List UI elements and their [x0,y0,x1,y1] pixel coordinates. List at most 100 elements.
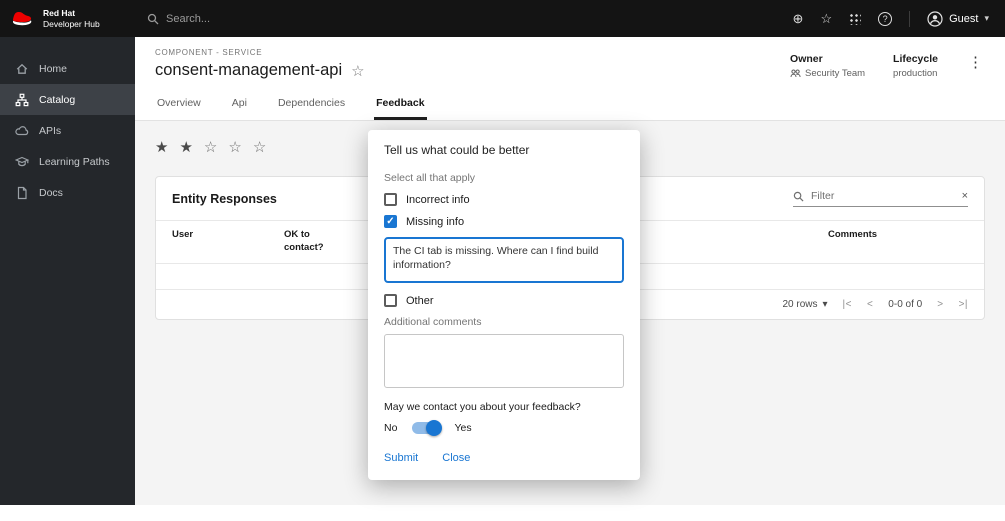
rating-star-icon[interactable]: ★ [155,138,168,156]
sidebar-item-label: Catalog [39,94,75,106]
search-input[interactable] [166,13,386,25]
sidebar-item-home[interactable]: Home [0,53,135,84]
close-button[interactable]: Close [442,452,470,464]
entity-header: COMPONENT - SERVICE consent-management-a… [135,37,1005,87]
contact-toggle[interactable] [412,422,439,434]
learning-paths-icon [15,155,29,169]
tab-api[interactable]: Api [230,87,249,120]
page-range-label: 0-0 of 0 [888,299,922,310]
brand-line1: Red Hat [43,8,100,18]
previous-page-icon[interactable]: < [867,299,873,310]
breadcrumb: COMPONENT - SERVICE [155,48,365,57]
sidebar-item-label: Home [39,63,67,75]
checkbox-other[interactable]: Other [384,294,624,307]
home-icon [15,62,29,76]
filter-input[interactable] [811,190,955,202]
sidebar-item-docs[interactable]: Docs [0,177,135,208]
favorite-entity-star-icon[interactable]: ☆ [351,62,364,80]
apps-grid-icon[interactable] [849,13,861,25]
help-icon[interactable]: ? [878,12,892,26]
lifecycle-block: Lifecycle production [893,53,938,79]
additional-comments-textarea[interactable] [384,334,624,388]
sidebar-item-label: Docs [39,187,63,199]
sidebar: Home Catalog APIs [0,37,135,505]
tab-overview[interactable]: Overview [155,87,203,120]
missing-info-details-textarea[interactable]: The CI tab is missing. Where can I find … [384,237,624,283]
last-page-icon[interactable]: >| [959,299,968,310]
dialog-title: Tell us what could be better [384,143,624,157]
feedback-dialog: Tell us what could be better Select all … [368,130,640,480]
checkbox-unchecked-icon [384,193,397,206]
tab-feedback[interactable]: Feedback [374,87,426,120]
lifecycle-label: Lifecycle [893,53,938,65]
global-search [147,13,793,25]
checkbox-label: Other [406,295,434,307]
card-title: Entity Responses [172,192,277,206]
topbar-actions: ⊕ ☆ ? Guest ▾ [793,11,1005,27]
owner-label: Owner [790,53,865,65]
apis-icon [15,124,29,138]
sidebar-item-catalog[interactable]: Catalog [0,84,135,115]
chevron-down-icon: ▾ [984,13,989,24]
submit-button[interactable]: Submit [384,452,418,464]
first-page-icon[interactable]: |< [843,299,852,310]
brand-line2: Developer Hub [43,19,100,29]
sidebar-item-label: APIs [39,125,61,137]
dialog-subtitle: Select all that apply [384,172,624,184]
rating-star-icon[interactable]: ★ [179,138,192,156]
redhat-fedora-icon [10,10,36,27]
dialog-actions: Submit Close [384,452,624,464]
filter-field: × [793,190,968,207]
catalog-icon [15,93,29,107]
search-icon [793,191,804,202]
sidebar-item-learning-paths[interactable]: Learning Paths [0,146,135,177]
owner-value[interactable]: Security Team [805,68,865,79]
rating-star-icon[interactable]: ☆ [253,138,266,156]
rows-per-page-select[interactable]: 20 rows ▾ [782,299,827,310]
contact-toggle-row: No Yes [384,422,624,434]
entity-meta: Owner Security Team Lifecycle production… [790,48,985,80]
toggle-knob [426,420,442,436]
rating-star-icon[interactable]: ☆ [228,138,241,156]
owner-block: Owner Security Team [790,53,865,79]
tab-dependencies[interactable]: Dependencies [276,87,347,120]
check-icon: ✓ [386,216,394,227]
lifecycle-value: production [893,68,937,79]
column-header-ok-to-contact: OK to contact? [284,229,344,255]
search-icon [147,13,159,25]
checkbox-label: Missing info [406,216,464,228]
checkbox-incorrect-info[interactable]: Incorrect info [384,193,624,206]
sidebar-item-apis[interactable]: APIs [0,115,135,146]
group-icon [790,69,801,78]
brand-text: Red Hat Developer Hub [43,8,100,28]
checkbox-unchecked-icon [384,294,397,307]
checkbox-label: Incorrect info [406,194,470,206]
additional-comments-label: Additional comments [384,316,624,328]
toggle-off-label: No [384,422,397,434]
column-header-user: User [172,229,284,255]
next-page-icon[interactable]: > [937,299,943,310]
redhat-developer-hub-logo[interactable]: Red Hat Developer Hub [0,8,135,28]
more-options-kebab-icon[interactable]: ⋮ [966,53,985,71]
app-window: Red Hat Developer Hub ⊕ ☆ ? [0,0,1005,521]
contact-question: May we contact you about your feedback? [384,401,624,413]
topbar: Red Hat Developer Hub ⊕ ☆ ? [0,0,1005,37]
entity-tabs: Overview Api Dependencies Feedback [135,87,1005,121]
column-header-comments: Comments [828,229,968,255]
create-plus-icon[interactable]: ⊕ [793,12,804,25]
rows-per-page-value: 20 rows [782,299,817,310]
checkbox-checked-icon: ✓ [384,215,397,228]
avatar-icon [927,11,943,27]
dropdown-arrow-icon: ▾ [822,299,827,310]
sidebar-item-label: Learning Paths [39,156,110,168]
favorites-star-icon[interactable]: ☆ [820,12,832,25]
topbar-divider [909,11,910,27]
toggle-on-label: Yes [454,422,471,434]
checkbox-missing-info[interactable]: ✓ Missing info [384,215,624,228]
docs-icon [15,186,29,200]
user-name: Guest [949,13,978,25]
rating-star-icon[interactable]: ☆ [204,138,217,156]
user-menu[interactable]: Guest ▾ [927,11,989,27]
clear-filter-icon[interactable]: × [962,190,968,202]
page-title: consent-management-api [155,61,342,80]
